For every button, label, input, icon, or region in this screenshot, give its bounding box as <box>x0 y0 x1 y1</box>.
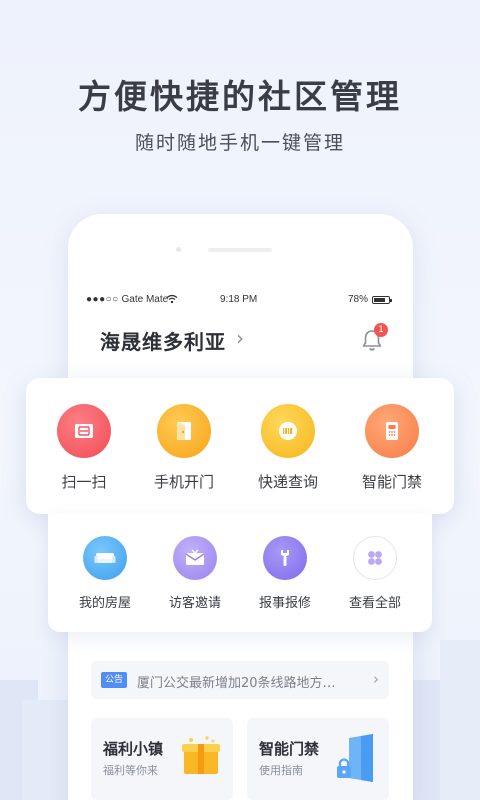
grid-icon <box>353 536 397 580</box>
action-label: 报事报修 <box>258 596 311 611</box>
action-label: 访客邀请 <box>168 596 221 611</box>
action-view-all[interactable]: 查看全部 <box>330 536 420 611</box>
wifi-icon <box>166 294 178 307</box>
status-time: 9:18 PM <box>220 294 258 305</box>
notification-badge: 1 <box>374 323 388 337</box>
phone-camera <box>176 247 181 252</box>
battery-icon <box>372 296 392 304</box>
quick-action-package-query[interactable]: 快递查询 <box>238 404 338 492</box>
announcement-text: 厦门公交最新增加20条线路地方… <box>137 676 336 691</box>
tile-title: 福利小镇 <box>103 740 164 758</box>
background-building <box>440 640 480 800</box>
phone-speaker <box>208 248 272 252</box>
quick-action-label: 手机开门 <box>153 473 214 491</box>
quick-action-label: 智能门禁 <box>361 473 422 491</box>
wrench-icon <box>263 536 307 580</box>
door-lock-icon <box>333 732 381 792</box>
quick-action-label: 扫一扫 <box>61 473 107 491</box>
tile-welfare-town[interactable]: 福利小镇 福利等你来 <box>91 718 233 800</box>
community-name[interactable]: 海晟维多利亚 <box>100 326 226 355</box>
action-label: 查看全部 <box>348 596 401 611</box>
announcement-tag: 公告 <box>101 672 127 688</box>
signal-strength-icon: ●●●○○ <box>86 294 119 305</box>
access-control-icon <box>365 404 419 458</box>
chevron-right-icon: › <box>373 670 379 688</box>
scan-icon <box>57 404 111 458</box>
action-my-house[interactable]: 我的房屋 <box>60 536 150 611</box>
quick-actions-card: 扫一扫 手机开门 快递查询 智能门禁 <box>26 378 454 514</box>
envelope-icon <box>173 536 217 580</box>
carrier-name: Gate Mate <box>121 294 169 305</box>
tile-subtitle: 使用指南 <box>259 764 303 777</box>
quick-action-label: 快递查询 <box>257 473 318 491</box>
door-icon <box>157 404 211 458</box>
chevron-right-icon[interactable]: › <box>236 326 244 350</box>
announcement-bar[interactable]: 公告 厦门公交最新增加20条线路地方… › <box>91 661 389 699</box>
quick-action-scan[interactable]: 扫一扫 <box>34 404 134 492</box>
sofa-icon <box>83 536 127 580</box>
secondary-actions-card: 我的房屋 访客邀请 报事报修 查看全部 <box>48 514 432 632</box>
package-barcode-icon <box>261 404 315 458</box>
quick-action-smart-access[interactable]: 智能门禁 <box>342 404 442 492</box>
tile-smart-access-guide[interactable]: 智能门禁 使用指南 <box>247 718 389 800</box>
battery-percent: 78% <box>348 294 369 305</box>
subheadline: 随时随地手机一键管理 <box>134 132 345 154</box>
action-visitor-invite[interactable]: 访客邀请 <box>150 536 240 611</box>
quick-action-open-door[interactable]: 手机开门 <box>134 404 234 492</box>
gift-box-icon <box>177 732 225 784</box>
action-label: 我的房屋 <box>78 596 131 611</box>
status-bar: ●●●○○ Gate Mate 9:18 PM 78% <box>86 294 396 308</box>
headline: 方便快捷的社区管理 <box>78 77 402 116</box>
tile-title: 智能门禁 <box>259 740 320 758</box>
action-report-repair[interactable]: 报事报修 <box>240 536 330 611</box>
tile-subtitle: 福利等你来 <box>103 764 158 777</box>
carrier: ●●●○○ Gate Mate <box>86 294 168 305</box>
